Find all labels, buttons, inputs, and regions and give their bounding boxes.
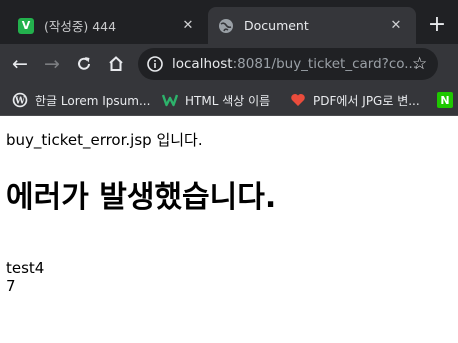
- new-tab-plus-icon[interactable]: +: [425, 14, 449, 38]
- value-line-2: 7: [6, 277, 16, 295]
- address-bar[interactable]: localhost:8081/buy_ticket_card?co... ☆: [138, 48, 438, 80]
- error-heading: 에러가 발생했습니다.: [6, 180, 277, 215]
- url-host: localhost: [172, 56, 233, 72]
- home-icon[interactable]: [104, 52, 128, 76]
- bookmark-pdf-jpg[interactable]: PDF에서 JPG로 변...: [290, 90, 420, 110]
- bookmark-naver[interactable]: N: [437, 90, 453, 110]
- globe-icon: [218, 18, 234, 34]
- tab-strip: V (작성중) 444 ✕ Document ✕ +: [0, 0, 458, 44]
- wordpress-icon: W: [12, 92, 28, 108]
- bookmarks-bar: W 한글 Lorem Ipsum... HTML 색상 이름 PDF에서 JPG…: [0, 84, 458, 116]
- v-app-icon: V: [18, 17, 34, 34]
- bookmark-html-colors[interactable]: HTML 색상 이름: [162, 90, 270, 110]
- value-line-1: test4: [6, 259, 45, 277]
- browser-toolbar: ← → localhost:8081/buy_ticket_card?co...…: [0, 44, 458, 84]
- bookmark-label: 한글 Lorem Ipsum...: [35, 93, 151, 108]
- intro-text: buy_ticket_error.jsp 입니다.: [6, 131, 203, 149]
- close-icon[interactable]: ✕: [388, 18, 404, 34]
- heart-icon: [290, 92, 306, 108]
- naver-icon: N: [437, 92, 453, 108]
- reload-icon[interactable]: [72, 52, 96, 76]
- url-text: localhost:8081/buy_ticket_card?co...: [172, 56, 417, 72]
- back-arrow-icon[interactable]: ←: [8, 52, 32, 76]
- tab-title: (작성중) 444: [44, 19, 117, 34]
- forward-arrow-icon[interactable]: →: [40, 52, 64, 76]
- close-icon[interactable]: ✕: [180, 18, 196, 34]
- page-content: buy_ticket_error.jsp 입니다. 에러가 발생했습니다. te…: [0, 117, 458, 343]
- bookmark-lorem-ipsum[interactable]: W 한글 Lorem Ipsum...: [12, 90, 150, 110]
- url-path: :8081/buy_ticket_card?co...: [232, 56, 418, 72]
- tab-title: Document: [244, 18, 309, 33]
- bookmark-label: PDF에서 JPG로 변...: [313, 93, 420, 108]
- bookmark-star-icon[interactable]: ☆: [412, 54, 427, 74]
- tab-draft[interactable]: V (작성중) 444 ✕: [8, 7, 208, 44]
- tab-document[interactable]: Document ✕: [208, 7, 416, 44]
- bookmark-label: HTML 색상 이름: [185, 93, 271, 108]
- svg-text:W: W: [14, 97, 26, 107]
- info-icon[interactable]: [146, 55, 164, 73]
- w-logo-icon: [162, 92, 178, 108]
